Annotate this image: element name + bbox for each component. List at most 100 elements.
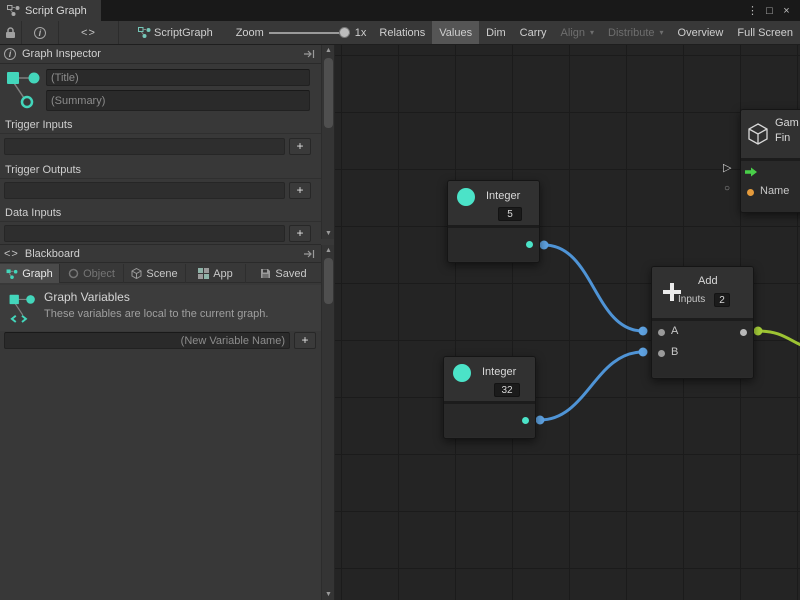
node-title: Add	[698, 275, 718, 287]
zoom-track	[269, 32, 350, 34]
input-port-a[interactable]	[658, 329, 665, 336]
tab-graph[interactable]: Graph	[0, 264, 60, 283]
graph-variables-icon	[8, 292, 36, 327]
inspector-toggle-button[interactable]: i	[22, 21, 58, 44]
toolbar-separator	[118, 21, 119, 44]
wire-endpoint[interactable]	[639, 348, 648, 357]
scroll-up-icon[interactable]: ▲	[322, 45, 335, 56]
inspector-scrollbar[interactable]: ▲ ▼	[321, 45, 334, 239]
wire-endpoint[interactable]	[540, 241, 549, 250]
scrollbar-thumb[interactable]	[324, 58, 333, 128]
tab-app[interactable]: App	[186, 264, 246, 283]
integer-value-field[interactable]: 32	[494, 383, 520, 397]
scene-tab-icon	[131, 268, 142, 279]
script-graph-icon	[138, 27, 151, 38]
node-partial-find[interactable]: Gam Fin Name	[740, 109, 800, 213]
new-variable-input[interactable]	[4, 332, 290, 349]
blackboard-toggle-button[interactable]: <>	[59, 21, 118, 44]
values-button[interactable]: Values	[432, 21, 479, 44]
add-data-input-button[interactable]: +	[289, 225, 311, 242]
integer-type-icon	[453, 364, 471, 382]
script-graph-window: Script Graph ⋮ □ × i <> ScriptGraph Zoom	[0, 0, 800, 600]
wire-integer5-to-add-a[interactable]	[544, 245, 643, 331]
overview-button[interactable]: Overview	[671, 21, 731, 44]
blackboard-tabs: Graph Object Scene App Saved	[0, 264, 321, 283]
node-title-line1: Gam	[775, 117, 799, 129]
flow-arrow-icon[interactable]	[745, 167, 758, 180]
value-port-icon[interactable]: ○	[724, 183, 730, 194]
integer-type-icon	[457, 188, 475, 206]
distribute-dropdown-button[interactable]: Distribute▾	[601, 21, 670, 44]
asset-breadcrumb-button[interactable]: ScriptGraph	[131, 21, 220, 44]
flow-port-icon[interactable]: ▷	[723, 161, 731, 174]
graph-inspector-title: Graph Inspector	[22, 48, 101, 60]
lock-icon[interactable]	[0, 27, 21, 39]
tab-script-graph[interactable]: Script Graph	[0, 0, 101, 21]
graph-tab-icon	[6, 269, 18, 279]
graph-canvas[interactable]: Integer 5 Integer 32	[335, 45, 800, 600]
node-add[interactable]: Add Inputs 2 A B	[651, 266, 754, 379]
maximize-icon[interactable]: □	[761, 5, 778, 17]
output-port[interactable]	[526, 241, 533, 248]
output-port[interactable]	[740, 329, 747, 336]
trigger-outputs-label: Trigger Outputs	[5, 164, 81, 176]
graph-title-input[interactable]	[46, 69, 310, 86]
scroll-down-icon[interactable]: ▼	[322, 589, 335, 600]
carry-button[interactable]: Carry	[513, 21, 554, 44]
dock-arrow-icon[interactable]	[304, 49, 315, 59]
wire-add-output[interactable]	[758, 331, 800, 348]
trigger-inputs-list[interactable]	[4, 138, 285, 155]
trigger-outputs-list[interactable]	[4, 182, 285, 199]
cube-icon	[747, 123, 769, 148]
data-inputs-list[interactable]	[4, 225, 285, 242]
input-port-b[interactable]	[658, 350, 665, 357]
chevron-down-icon: ▾	[660, 28, 664, 37]
wire-integer32-to-add-b[interactable]	[540, 352, 643, 420]
graph-toolbar: i <> ScriptGraph Zoom 1x Relations Value…	[0, 21, 800, 45]
sidebar: i Graph Inspector ▲ ▼ Trigger Inputs + T…	[0, 45, 335, 600]
relations-button[interactable]: Relations	[372, 21, 432, 44]
menu-icon[interactable]: ⋮	[744, 4, 761, 17]
title-bar: Script Graph ⋮ □ ×	[0, 0, 800, 21]
output-port[interactable]	[522, 417, 529, 424]
tab-object[interactable]: Object	[60, 264, 124, 283]
code-icon: <>	[4, 248, 19, 260]
window-controls: ⋮ □ ×	[744, 0, 800, 21]
tab-scene[interactable]: Scene	[124, 264, 186, 283]
graph-summary-input[interactable]	[46, 90, 310, 111]
blackboard-header: <> Blackboard	[0, 244, 321, 263]
section-divider	[0, 178, 321, 179]
scrollbar-thumb[interactable]	[324, 258, 333, 304]
asset-label: ScriptGraph	[154, 27, 213, 39]
inputs-count-field[interactable]: 2	[714, 293, 730, 307]
node-title-line2: Fin	[775, 132, 790, 144]
add-variable-button[interactable]: +	[294, 332, 316, 349]
node-title: Integer	[482, 366, 516, 378]
full-screen-button[interactable]: Full Screen	[730, 21, 800, 44]
close-icon[interactable]: ×	[778, 5, 795, 17]
add-trigger-output-button[interactable]: +	[289, 182, 311, 199]
saved-tab-icon	[260, 268, 271, 279]
scroll-up-icon[interactable]: ▲	[322, 245, 335, 256]
zoom-knob[interactable]	[339, 27, 350, 38]
section-divider	[0, 221, 321, 222]
node-integer-32[interactable]: Integer 32	[443, 356, 536, 439]
tab-saved[interactable]: Saved	[246, 264, 321, 283]
align-dropdown-button[interactable]: Align▾	[554, 21, 601, 44]
node-integer-5[interactable]: Integer 5	[447, 180, 540, 263]
blackboard-title: Blackboard	[25, 248, 80, 260]
graph-asset-icon	[5, 69, 41, 112]
scroll-down-icon[interactable]: ▼	[322, 228, 335, 239]
blackboard-scrollbar[interactable]: ▲ ▼	[321, 245, 334, 600]
wire-endpoint[interactable]	[639, 327, 648, 336]
zoom-value: 1x	[355, 27, 367, 39]
add-trigger-input-button[interactable]: +	[289, 138, 311, 155]
dim-button[interactable]: Dim	[479, 21, 513, 44]
wire-endpoint[interactable]	[754, 327, 763, 336]
zoom-slider[interactable]	[269, 21, 350, 45]
integer-value-field[interactable]: 5	[498, 207, 522, 221]
info-icon: i	[34, 27, 46, 39]
dock-arrow-icon[interactable]	[304, 249, 315, 259]
wire-endpoint[interactable]	[536, 416, 545, 425]
name-input-port[interactable]	[747, 189, 754, 196]
